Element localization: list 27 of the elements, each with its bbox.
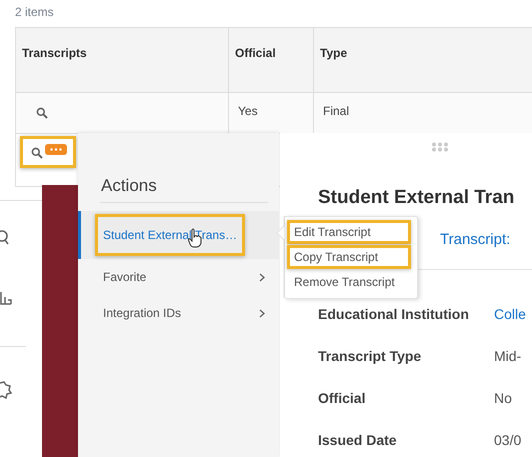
- submenu-item[interactable]: Copy Transcript: [287, 245, 411, 269]
- menu-item[interactable]: Favorite: [78, 259, 279, 295]
- field-label: Transcript Type: [318, 348, 422, 364]
- submenu-item[interactable]: Remove Transcript: [287, 270, 411, 294]
- menu-item[interactable]: Student External Trans…: [78, 211, 279, 259]
- column-header: Type: [314, 28, 532, 92]
- column-header: Transcripts: [16, 28, 229, 92]
- field-value: Mid-: [494, 348, 522, 364]
- page-title: Student External Tran: [318, 187, 514, 209]
- field-value: 03/0: [494, 432, 522, 448]
- chart-icon[interactable]: [0, 291, 12, 305]
- search-icon[interactable]: [36, 107, 48, 119]
- transcript-link[interactable]: Transcript:: [440, 231, 510, 248]
- menu-title: Actions: [101, 176, 157, 196]
- field-value: No: [494, 390, 513, 406]
- column-header: Official: [229, 28, 314, 92]
- ellipsis-icon: [50, 148, 62, 150]
- item-count: 2 items: [15, 5, 54, 19]
- menu-item[interactable]: Integration IDs: [78, 295, 279, 331]
- search-icon[interactable]: [31, 147, 43, 159]
- field-label: Official: [318, 390, 366, 406]
- submenu-item[interactable]: Edit Transcript: [287, 220, 411, 244]
- field-link[interactable]: Colle: [494, 306, 532, 322]
- drag-handle-icon[interactable]: [431, 142, 449, 152]
- field-label: Issued Date: [318, 432, 398, 448]
- field-label: Educational Institution: [318, 306, 470, 322]
- search-icon[interactable]: [0, 229, 10, 245]
